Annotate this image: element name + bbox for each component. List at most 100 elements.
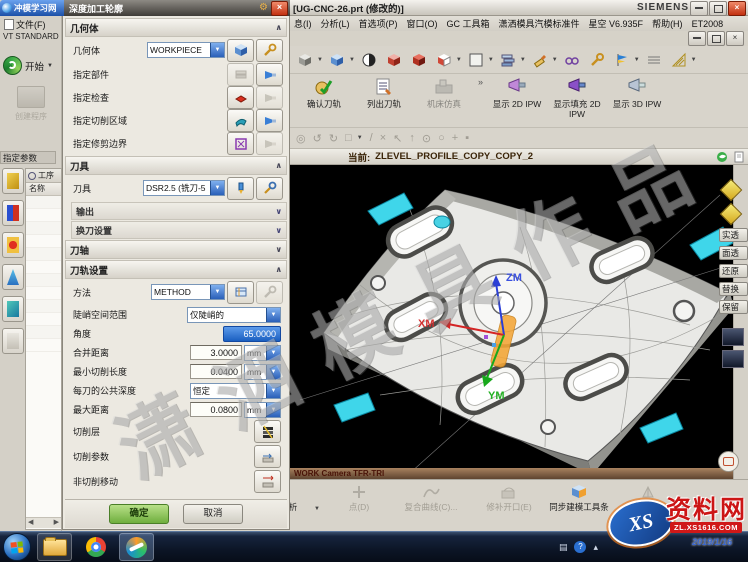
cancel-button[interactable]: 取消 <box>183 504 243 524</box>
dialog-titlebar[interactable]: 深度加工轮廓 ⚙ × <box>64 0 290 16</box>
dropdown-icon[interactable]: ▼ <box>266 346 280 360</box>
snap-icon[interactable]: + <box>452 132 458 144</box>
snap-icon[interactable]: ↺ <box>313 132 322 145</box>
list-item[interactable] <box>26 300 61 313</box>
snap-icon[interactable]: ↑ <box>409 132 415 144</box>
overflow-icon[interactable]: » <box>478 77 483 87</box>
snap-icon[interactable]: ↖ <box>393 132 402 145</box>
empty-view-icon[interactable] <box>465 49 487 71</box>
navigator-scrollbar[interactable]: ◀ ▶ <box>26 517 61 528</box>
graphics-window[interactable]: ZM XM YM WORK Camera TFR-TRI <box>290 165 735 479</box>
list-item[interactable] <box>26 313 61 326</box>
dropdown-icon[interactable]: ▼ <box>210 43 224 57</box>
merge-distance-unit[interactable]: mm▼ <box>244 345 281 361</box>
list-item[interactable] <box>26 274 61 287</box>
highlight-trim-button[interactable] <box>256 132 283 155</box>
verify-toolpath-button[interactable]: 确认刀轨 <box>294 77 354 109</box>
tool-group-header[interactable]: 刀具∧ <box>65 156 287 175</box>
tray-help-icon[interactable]: ? <box>574 541 586 553</box>
menu-file[interactable]: 文件(F) <box>4 18 46 31</box>
create-program-button[interactable]: 创建程序 <box>4 86 58 122</box>
menu-gc-toolbox[interactable]: GC 工具箱 <box>447 17 490 30</box>
method-select[interactable]: METHOD▼ <box>151 284 225 300</box>
wireframe-view-icon[interactable] <box>326 49 348 71</box>
list-item[interactable] <box>26 196 61 209</box>
child-minimize-button[interactable] <box>688 31 706 46</box>
new-geometry-button[interactable] <box>227 39 254 62</box>
geometry-select[interactable]: WORKPIECE▼ <box>147 42 225 58</box>
child-restore-button[interactable] <box>707 31 725 46</box>
ok-button[interactable]: 确定 <box>109 504 169 524</box>
start-orb[interactable] <box>3 533 31 561</box>
show-blank-icon[interactable] <box>408 49 430 71</box>
edit-geometry-button[interactable] <box>256 39 283 62</box>
list-item[interactable] <box>26 209 61 222</box>
snap-icon[interactable]: ◎ <box>296 132 306 145</box>
collapse-icon[interactable]: ∧ <box>276 23 283 32</box>
max-distance-unit[interactable]: mm▼ <box>244 402 281 418</box>
steep-range-select[interactable]: 仅陡峭的▼ <box>187 307 281 323</box>
background-window-titlebar[interactable]: 冲模学习网 <box>0 0 64 16</box>
hatch-icon[interactable] <box>668 49 690 71</box>
layers-icon[interactable] <box>497 49 519 71</box>
select-cut-area-button[interactable] <box>227 109 254 132</box>
child-close-button[interactable]: × <box>726 31 744 46</box>
tray-show-hidden-icon[interactable]: ▴ <box>593 542 598 553</box>
left-strip-icon-geometry[interactable] <box>2 264 24 290</box>
list-item[interactable] <box>26 326 61 339</box>
show-3d-ipw-button[interactable]: 显示 3D IPW <box>607 77 667 109</box>
menu-info[interactable]: 息(I) <box>294 17 312 30</box>
snap-icon[interactable]: / <box>370 132 373 144</box>
tool-axis-header[interactable]: 刀轴∨ <box>65 240 287 259</box>
tools-icon[interactable] <box>586 49 608 71</box>
list-item[interactable] <box>26 248 61 261</box>
show-fill-2d-ipw-button[interactable]: 显示填充 2D IPW <box>547 77 607 119</box>
point-button[interactable]: 点(D) <box>330 484 388 512</box>
new-method-button[interactable] <box>227 281 254 304</box>
start-menu-button[interactable]: 开始 ▼ <box>3 56 53 75</box>
scroll-left-icon[interactable]: ◀ <box>28 518 33 528</box>
merge-distance-input[interactable]: 3.0000 <box>190 345 242 360</box>
menu-mold-standard[interactable]: 潇洒模具汽模标准件 <box>499 17 580 30</box>
left-strip-icon-machine[interactable] <box>2 200 24 226</box>
highlight-cut-area-button[interactable] <box>256 109 283 132</box>
snap-icon[interactable]: □ <box>345 132 352 144</box>
highlight-part-button[interactable] <box>256 63 283 86</box>
menu-et2008[interactable]: ET2008 <box>692 19 724 29</box>
navigator-tab[interactable]: 工序 <box>26 169 61 183</box>
dropdown-icon[interactable]: ▼ <box>210 181 224 195</box>
edit-tool-button[interactable] <box>256 177 283 200</box>
navigator-name-column[interactable]: 名称 <box>26 183 61 196</box>
render-style-icon[interactable] <box>358 49 380 71</box>
show-2d-icon[interactable] <box>433 49 455 71</box>
right-tool-button[interactable]: 替换 <box>719 282 748 296</box>
menu-window[interactable]: 窗口(O) <box>407 17 438 30</box>
show-2d-ipw-button[interactable]: 显示 2D IPW <box>487 77 547 109</box>
cut-levels-button[interactable] <box>254 420 281 443</box>
flag-icon[interactable] <box>611 49 633 71</box>
right-tool-button[interactable]: 还原 <box>719 264 748 278</box>
right-tool-button[interactable]: 面透 <box>719 246 748 260</box>
chevron-down-icon[interactable]: ▼ <box>680 506 686 512</box>
bird-icon[interactable] <box>716 151 729 163</box>
restore-button[interactable] <box>709 1 727 16</box>
list-item[interactable] <box>26 261 61 274</box>
dropdown-icon[interactable]: ▼ <box>266 308 280 322</box>
left-strip-icon-blank[interactable] <box>2 328 24 354</box>
edit-object-icon[interactable] <box>529 49 551 71</box>
select-part-button[interactable] <box>227 63 254 86</box>
dialog-close-button[interactable]: × <box>271 1 288 16</box>
list-item[interactable] <box>26 339 61 352</box>
collapse-icon[interactable]: ∧ <box>276 161 283 170</box>
shaded-view-icon[interactable] <box>294 49 316 71</box>
nx-window-titlebar[interactable]: [UG-CNC-26.prt (修改的)] SIEMENS × <box>290 0 748 16</box>
list-item[interactable] <box>26 222 61 235</box>
output-bar[interactable]: 输出∨ <box>71 202 287 220</box>
dropdown-icon[interactable]: ▼ <box>210 285 224 299</box>
sync-modeling-button[interactable]: 同步建模工具条 <box>548 484 610 512</box>
close-button[interactable]: × <box>728 1 746 16</box>
machine-simulate-button[interactable]: 机床仿真 <box>414 77 474 109</box>
taskbar-nx-button[interactable] <box>119 533 154 561</box>
image-tile-icon[interactable] <box>722 328 744 346</box>
warning-diamond-icon[interactable] <box>720 203 743 226</box>
